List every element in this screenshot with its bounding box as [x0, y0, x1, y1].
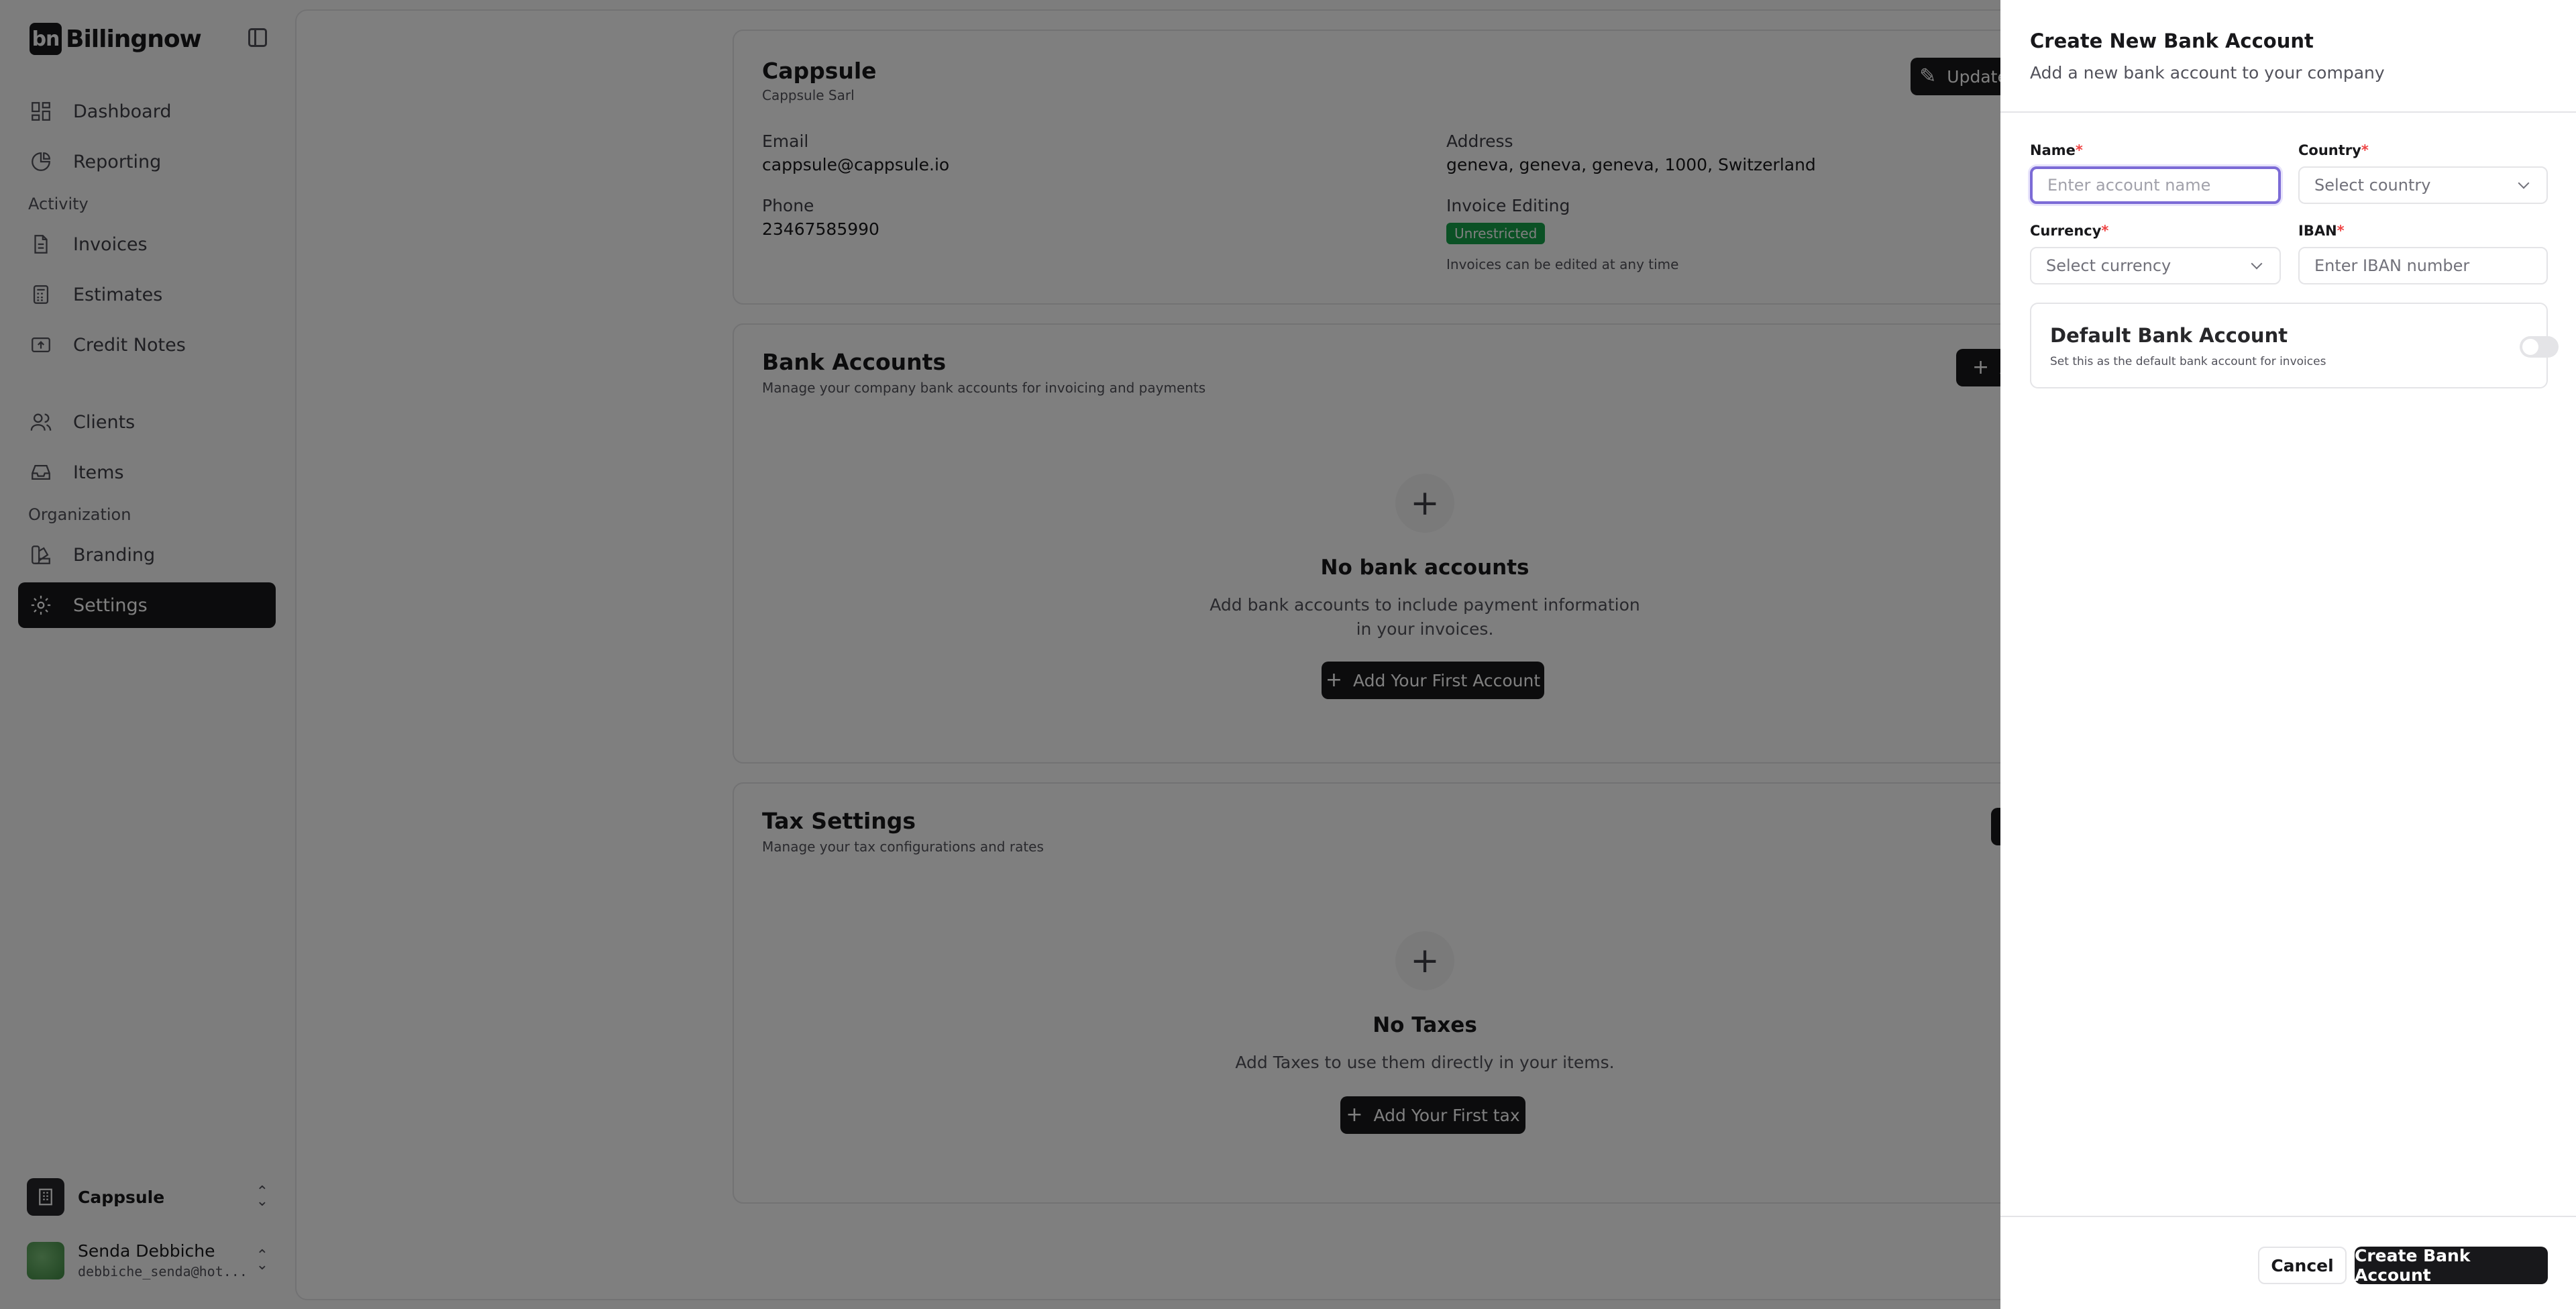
default-account-toggle[interactable] — [2520, 336, 2559, 358]
required-mark: * — [2361, 142, 2369, 158]
iban-placeholder: Enter IBAN number — [2314, 256, 2470, 275]
iban-label: IBAN* — [2298, 223, 2345, 239]
country-label: Country* — [2298, 142, 2369, 158]
name-label-text: Name — [2030, 142, 2076, 158]
create-bank-account-drawer: Create New Bank Account Add a new bank a… — [2000, 0, 2576, 1309]
create-bank-account-button[interactable]: Create Bank Account — [2355, 1246, 2548, 1285]
iban-input[interactable]: Enter IBAN number — [2298, 247, 2548, 284]
drawer-footer: Cancel Create Bank Account — [2000, 1216, 2576, 1309]
name-label: Name* — [2030, 142, 2083, 158]
default-account-title: Default Bank Account — [2050, 324, 2288, 347]
required-mark: * — [2075, 142, 2083, 158]
account-name-input[interactable]: Enter account name — [2030, 166, 2281, 204]
required-mark: * — [2101, 223, 2109, 239]
currency-label-text: Currency — [2030, 223, 2102, 239]
country-label-text: Country — [2298, 142, 2361, 158]
drawer-header: Create New Bank Account Add a new bank a… — [2000, 0, 2576, 113]
cancel-button[interactable]: Cancel — [2258, 1247, 2347, 1284]
modal-backdrop[interactable] — [0, 0, 2000, 1309]
chevron-down-icon — [2251, 258, 2263, 270]
required-mark: * — [2337, 223, 2345, 239]
currency-label: Currency* — [2030, 223, 2108, 239]
default-account-option: Default Bank Account Set this as the def… — [2030, 303, 2559, 388]
country-placeholder: Select country — [2314, 176, 2431, 195]
currency-select[interactable]: Select currency — [2030, 247, 2281, 284]
country-select[interactable]: Select country — [2298, 166, 2548, 204]
currency-placeholder: Select currency — [2046, 256, 2171, 275]
default-account-subtitle: Set this as the default bank account for… — [2050, 355, 2326, 368]
drawer-title: Create New Bank Account — [2030, 30, 2314, 52]
account-name-placeholder: Enter account name — [2047, 176, 2211, 195]
drawer-subtitle: Add a new bank account to your company — [2030, 63, 2385, 83]
iban-label-text: IBAN — [2298, 223, 2337, 239]
chevron-down-icon — [2518, 177, 2530, 189]
